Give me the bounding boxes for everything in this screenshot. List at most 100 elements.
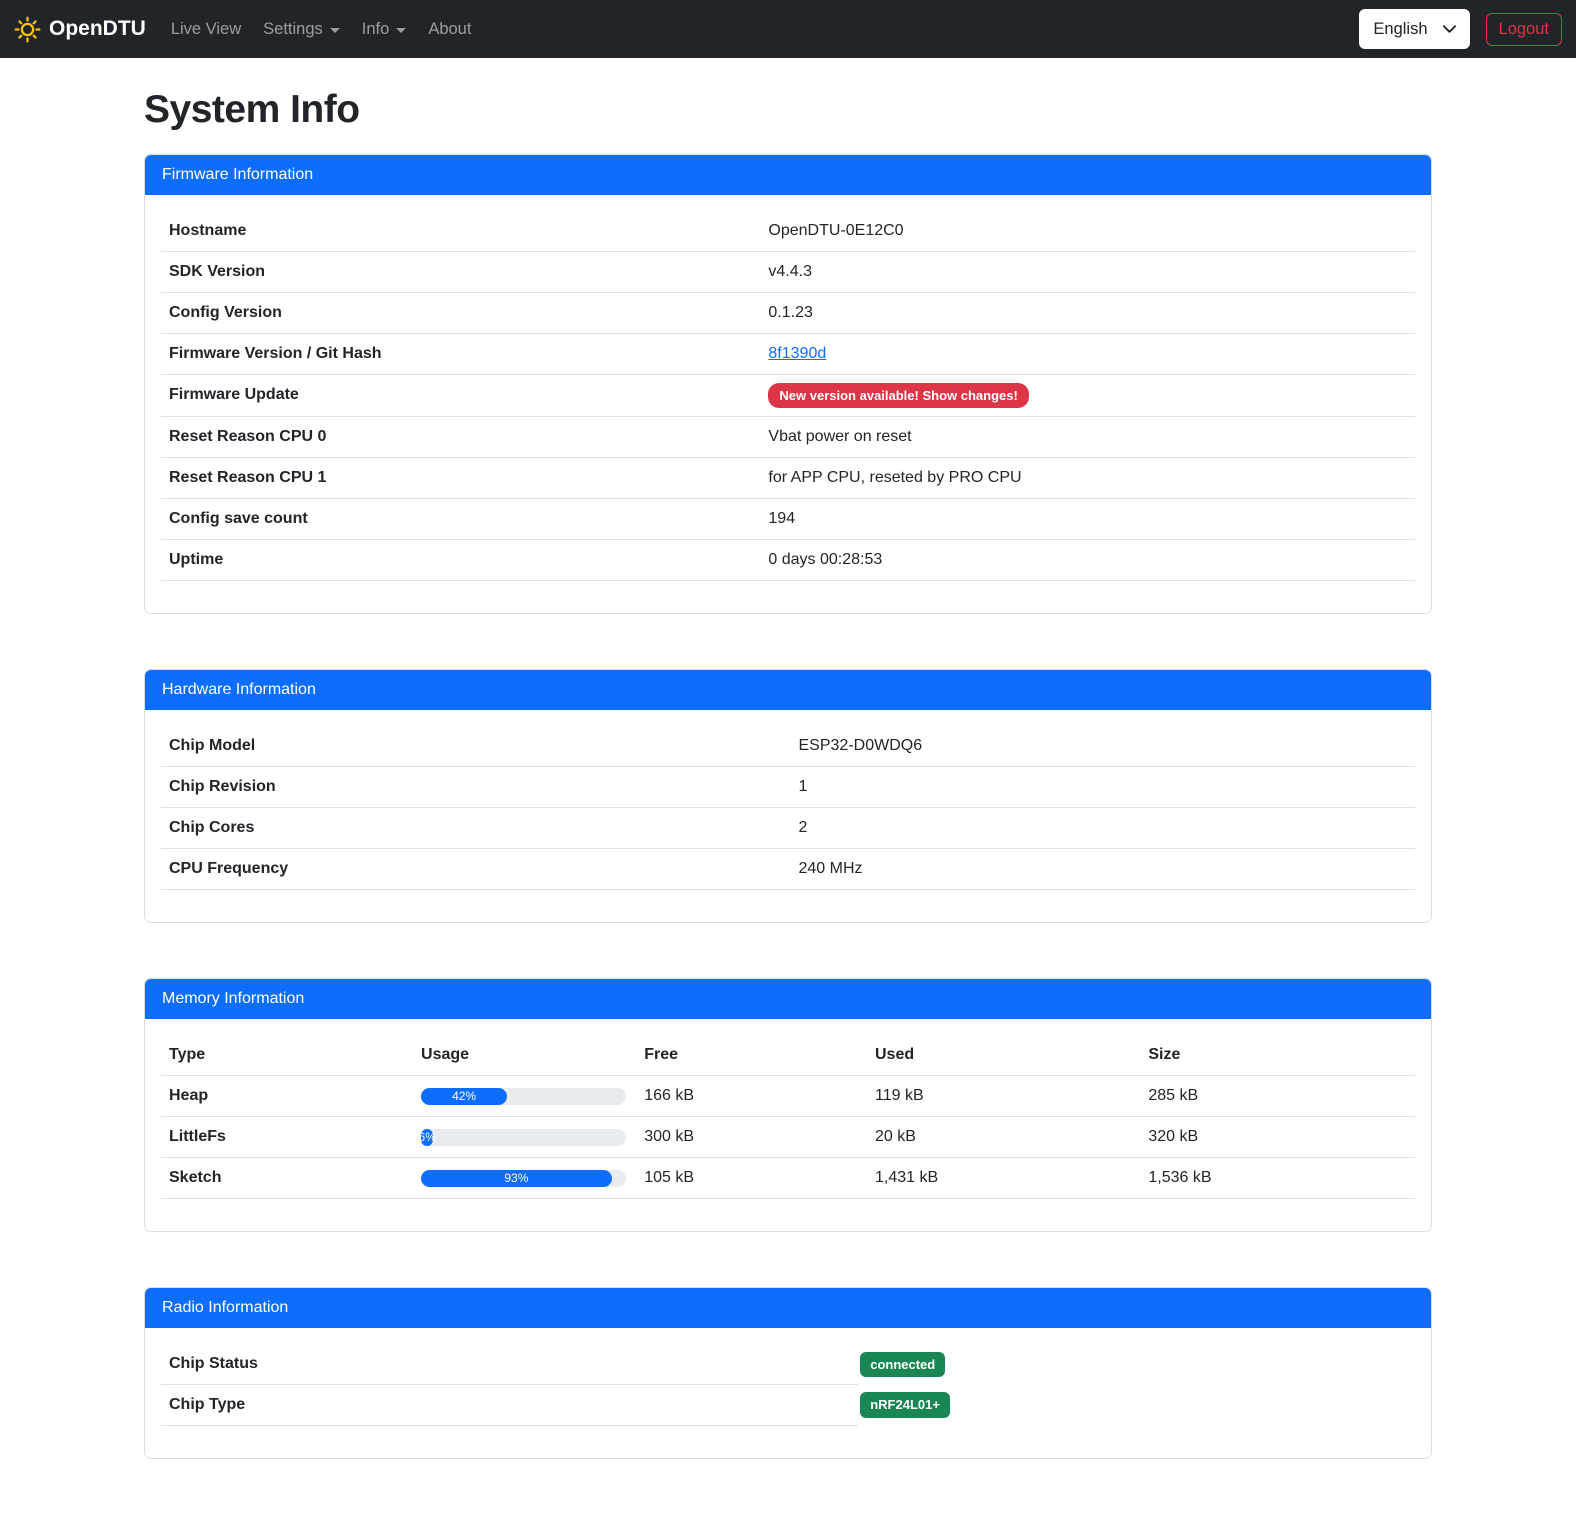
brand-text: OpenDTU [49, 13, 146, 45]
table-row: Reset Reason CPU 1 for APP CPU, reseted … [161, 458, 1415, 499]
row-value: 0 days 00:28:53 [760, 540, 1415, 581]
main-content: System Info Firmware Information Hostnam… [144, 81, 1432, 1459]
table-row: Chip Status connected [161, 1344, 1415, 1385]
table-row: Heap 42% 166 kB 119 kB 285 kB [161, 1076, 1415, 1117]
chevron-down-icon [1443, 25, 1456, 34]
row-value: Vbat power on reset [760, 417, 1415, 458]
littlefs-progress-bar: 6% [421, 1129, 626, 1146]
nav-links: Live View Settings Info About [160, 9, 1360, 50]
chevron-down-icon [330, 28, 340, 33]
table-row: Reset Reason CPU 0 Vbat power on reset [161, 417, 1415, 458]
row-label: Chip Type [161, 1385, 858, 1426]
row-label: Config Version [161, 292, 760, 333]
table-row: LittleFs 6% 300 kB 20 kB 320 kB [161, 1117, 1415, 1158]
row-label: Chip Cores [161, 808, 791, 849]
row-value: 0.1.23 [760, 292, 1415, 333]
table-header-row: Type Usage Free Used Size [161, 1035, 1415, 1076]
column-header-usage: Usage [413, 1035, 636, 1076]
navbar-right: English Logout [1359, 9, 1562, 50]
firmware-update-badge[interactable]: New version available! Show changes! [768, 383, 1028, 409]
chevron-down-icon [396, 28, 406, 33]
sun-icon [14, 16, 41, 43]
table-row: Sketch 93% 105 kB 1,431 kB 1,536 kB [161, 1158, 1415, 1199]
table-row: Chip Type nRF24L01+ [161, 1385, 1415, 1426]
firmware-card-body: Hostname OpenDTU-0E12C0 SDK Version v4.4… [145, 195, 1431, 614]
used-value: 119 kB [867, 1076, 1140, 1117]
size-value: 285 kB [1140, 1076, 1415, 1117]
row-label: Firmware Version / Git Hash [161, 333, 760, 374]
row-value: nRF24L01+ [858, 1385, 1415, 1426]
table-row: Config Version 0.1.23 [161, 292, 1415, 333]
row-value: 1 [791, 767, 1416, 808]
row-label: SDK Version [161, 251, 760, 292]
row-label: Firmware Update [161, 374, 760, 417]
table-row: Firmware Version / Git Hash 8f1390d [161, 333, 1415, 374]
table-row: Uptime 0 days 00:28:53 [161, 540, 1415, 581]
nav-item-label: About [428, 17, 471, 42]
row-value: 2 [791, 808, 1416, 849]
table-row: Config save count 194 [161, 499, 1415, 540]
row-value: v4.4.3 [760, 251, 1415, 292]
used-value: 20 kB [867, 1117, 1140, 1158]
table-row: Firmware Update New version available! S… [161, 374, 1415, 417]
column-header-free: Free [636, 1035, 867, 1076]
row-label: Uptime [161, 540, 760, 581]
table-row: SDK Version v4.4.3 [161, 251, 1415, 292]
row-value: ESP32-D0WDQ6 [791, 726, 1416, 767]
size-value: 1,536 kB [1140, 1158, 1415, 1199]
row-value: New version available! Show changes! [760, 374, 1415, 417]
row-label: Reset Reason CPU 1 [161, 458, 760, 499]
firmware-card-header: Firmware Information [145, 155, 1431, 195]
nav-item-label: Info [362, 17, 390, 42]
chip-type-badge: nRF24L01+ [860, 1392, 950, 1418]
row-label: Reset Reason CPU 0 [161, 417, 760, 458]
logout-button[interactable]: Logout [1486, 13, 1562, 46]
row-label: Chip Revision [161, 767, 791, 808]
progress-fill: 93% [421, 1170, 612, 1187]
table-row: Hostname OpenDTU-0E12C0 [161, 211, 1415, 252]
hardware-card: Hardware Information Chip Model ESP32-D0… [144, 669, 1432, 923]
row-value: connected [858, 1344, 1415, 1385]
progress-fill: 6% [421, 1129, 433, 1146]
sketch-progress-bar: 93% [421, 1170, 626, 1187]
free-value: 300 kB [636, 1117, 867, 1158]
nav-item-settings[interactable]: Settings [252, 9, 351, 50]
used-value: 1,431 kB [867, 1158, 1140, 1199]
memory-card-body: Type Usage Free Used Size Heap 42% [145, 1019, 1431, 1231]
row-label: Config save count [161, 499, 760, 540]
heap-progress-bar: 42% [421, 1088, 626, 1105]
row-label: Sketch [161, 1158, 413, 1199]
firmware-card: Firmware Information Hostname OpenDTU-0E… [144, 154, 1432, 615]
language-select[interactable]: English [1359, 9, 1469, 50]
chip-status-badge: connected [860, 1352, 945, 1378]
memory-card-header: Memory Information [145, 979, 1431, 1019]
table-row: CPU Frequency 240 MHz [161, 849, 1415, 890]
usage-cell: 93% [413, 1158, 636, 1199]
row-label: Hostname [161, 211, 760, 252]
hardware-card-body: Chip Model ESP32-D0WDQ6 Chip Revision 1 … [145, 710, 1431, 922]
nav-item-label: Live View [171, 17, 241, 42]
progress-fill: 42% [421, 1088, 507, 1105]
column-header-size: Size [1140, 1035, 1415, 1076]
row-label: Chip Model [161, 726, 791, 767]
table-row: Chip Cores 2 [161, 808, 1415, 849]
memory-card: Memory Information Type Usage Free Used … [144, 978, 1432, 1232]
radio-card: Radio Information Chip Status connected … [144, 1287, 1432, 1459]
usage-cell: 6% [413, 1117, 636, 1158]
nav-item-live-view[interactable]: Live View [160, 9, 252, 50]
row-value: 194 [760, 499, 1415, 540]
brand-link[interactable]: OpenDTU [14, 13, 146, 45]
row-value: 240 MHz [791, 849, 1416, 890]
radio-card-header: Radio Information [145, 1288, 1431, 1328]
nav-item-info[interactable]: Info [351, 9, 418, 50]
language-selected-value: English [1373, 17, 1427, 42]
hardware-card-header: Hardware Information [145, 670, 1431, 710]
row-label: Chip Status [161, 1344, 858, 1385]
page-title: System Info [144, 81, 1432, 140]
free-value: 166 kB [636, 1076, 867, 1117]
git-hash-link[interactable]: 8f1390d [768, 345, 826, 362]
table-row: Chip Revision 1 [161, 767, 1415, 808]
row-label: LittleFs [161, 1117, 413, 1158]
table-row: Chip Model ESP32-D0WDQ6 [161, 726, 1415, 767]
nav-item-about[interactable]: About [417, 9, 482, 50]
